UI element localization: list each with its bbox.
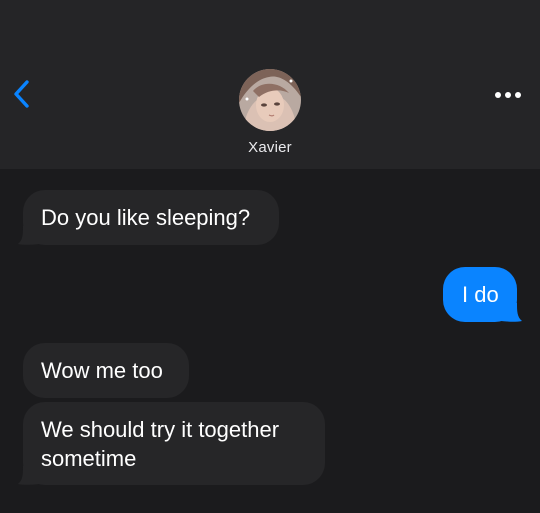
message-text: I do: [462, 282, 499, 307]
message-text-line: sometime: [41, 446, 137, 471]
avatar-image: [239, 69, 301, 131]
back-button[interactable]: [8, 76, 38, 112]
bubble-tail: [18, 226, 39, 245]
message-text-line: We should try it together: [41, 417, 280, 442]
more-options-button[interactable]: [490, 84, 526, 106]
message-bubble-incoming[interactable]: Wow me too: [23, 343, 189, 398]
message-text: Wow me too: [41, 358, 163, 383]
ellipsis-icon: [495, 92, 521, 98]
contact-name[interactable]: Xavier: [0, 139, 540, 156]
chevron-left-icon: [14, 80, 29, 108]
message-bubble-incoming[interactable]: Do you like sleeping?: [23, 190, 279, 245]
contact-avatar[interactable]: [239, 69, 301, 131]
conversation-header: Xavier: [0, 0, 540, 169]
bubble-tail: [501, 303, 522, 322]
message-bubble-incoming[interactable]: We should try it together sometime: [23, 402, 325, 485]
message-text: Do you like sleeping?: [41, 205, 251, 230]
bubble-tail: [18, 466, 39, 485]
